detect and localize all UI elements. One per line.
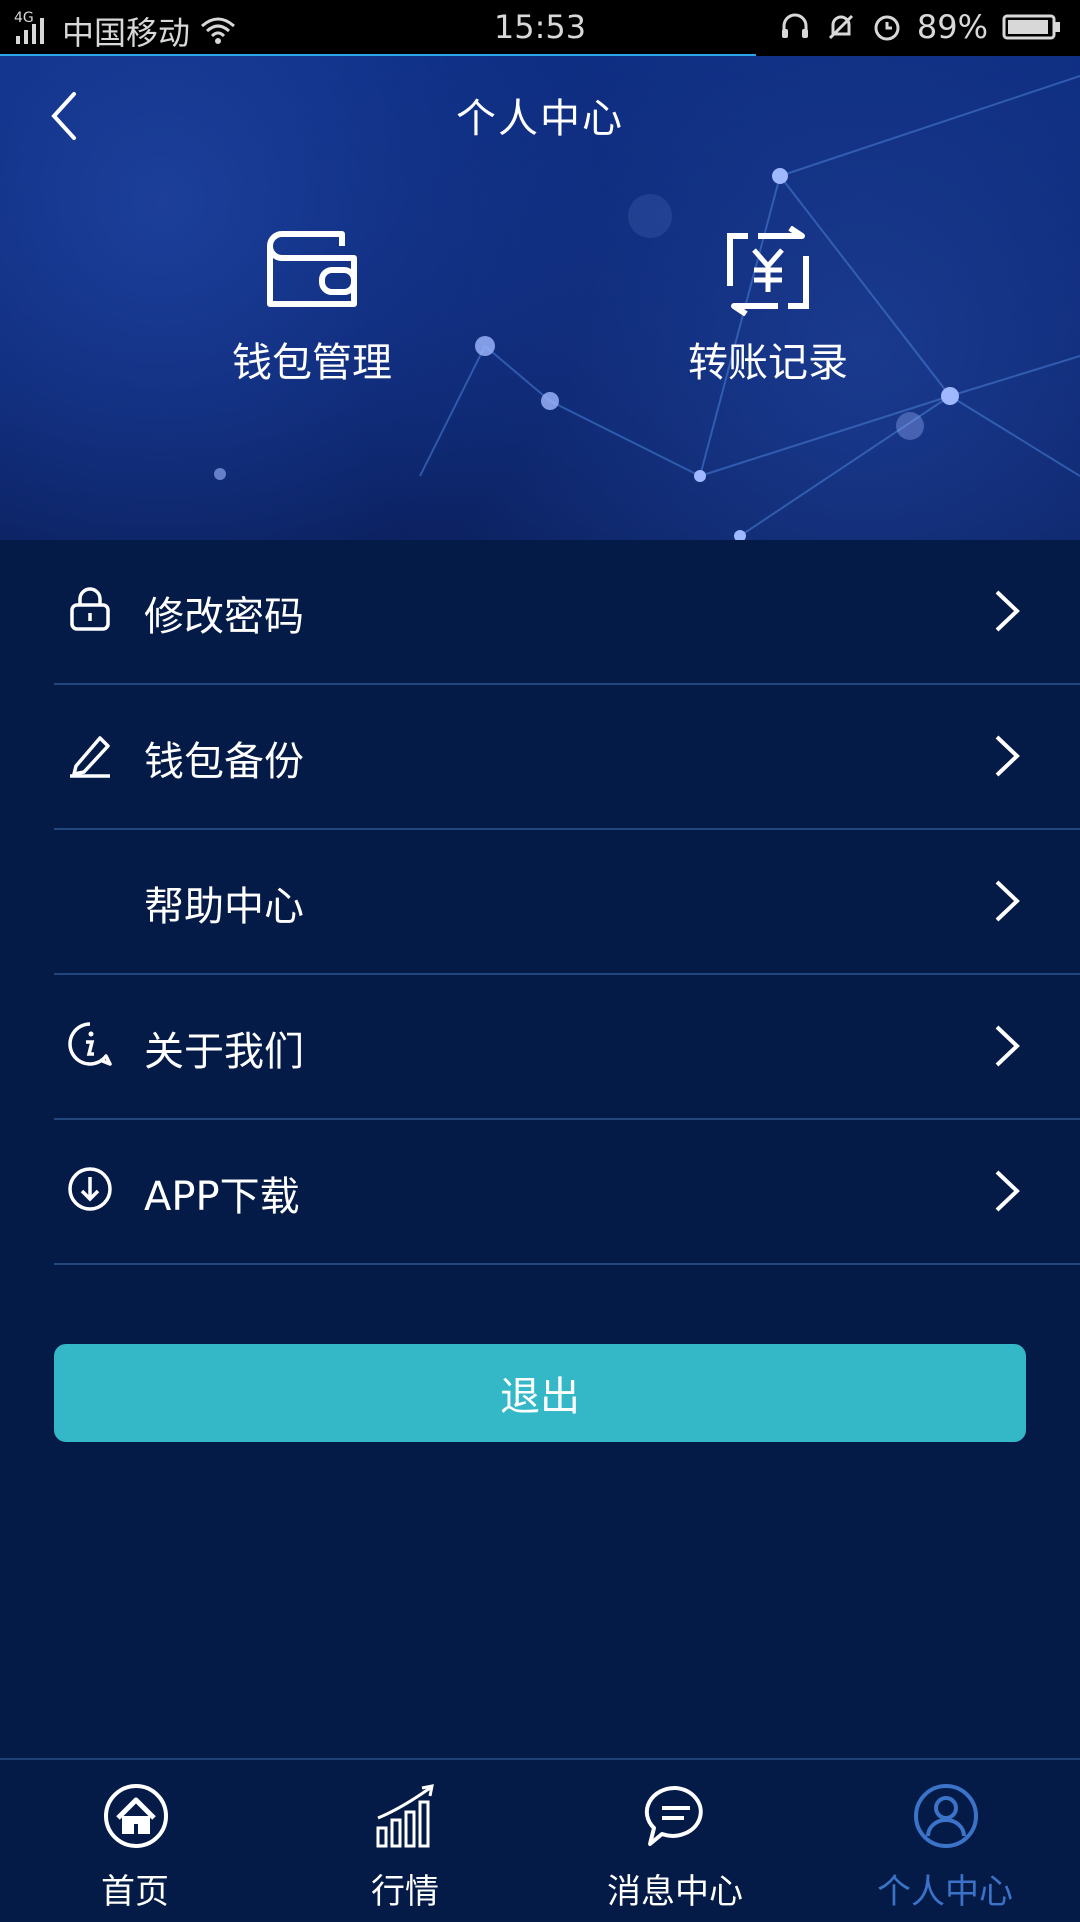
- tab-home[interactable]: 首页: [0, 1760, 270, 1922]
- menu-item-about-us[interactable]: 关于我们: [54, 975, 1080, 1120]
- message-icon: [644, 1785, 703, 1846]
- wallet-management-button[interactable]: 钱包管理: [182, 226, 442, 388]
- wallet-management-label: 钱包管理: [232, 340, 392, 386]
- page-title: 个人中心: [456, 96, 624, 142]
- tab-label: 消息中心: [607, 1872, 743, 1912]
- yuan-transfer-icon: [727, 226, 809, 316]
- tab-label: 个人中心: [877, 1872, 1013, 1912]
- menu-item-label: 关于我们: [144, 1029, 304, 1075]
- headset-icon: [781, 13, 808, 38]
- status-bar: 4G 中国移动 15:53 89%: [0, 0, 1080, 56]
- menu-item-help-center[interactable]: 帮助中心: [54, 830, 1080, 975]
- logout-button[interactable]: 退出: [54, 1344, 1026, 1442]
- menu-item-label: 修改密码: [144, 594, 304, 640]
- settings-menu: 修改密码 钱包备份 帮助中心 关于我们 APP下载: [54, 540, 1080, 1265]
- chevron-right-icon: [995, 590, 1020, 632]
- lock-icon: [70, 587, 110, 631]
- battery-icon: [1002, 14, 1060, 40]
- status-right: 89%: [779, 8, 1062, 46]
- profile-header: 个人中心 钱包管理 转账记录: [0, 56, 1080, 540]
- menu-item-label: 帮助中心: [144, 884, 304, 930]
- tab-profile[interactable]: 个人中心: [810, 1760, 1080, 1922]
- pencil-icon: [70, 736, 110, 778]
- chevron-right-icon: [995, 880, 1020, 922]
- info-icon: [68, 1022, 112, 1066]
- bell-muted-icon: [828, 14, 853, 40]
- download-icon: [68, 1167, 112, 1211]
- alarm-icon: [874, 15, 900, 41]
- tab-messages[interactable]: 消息中心: [540, 1760, 810, 1922]
- menu-item-app-download[interactable]: APP下载: [54, 1120, 1080, 1265]
- transfer-records-label: 转账记录: [688, 340, 848, 386]
- chevron-right-icon: [995, 1025, 1020, 1067]
- transfer-records-button[interactable]: 转账记录: [638, 226, 898, 388]
- bottom-navigation: 首页 行情 消息中心 个人中心: [0, 1758, 1080, 1922]
- battery-percent: 89%: [916, 8, 988, 46]
- chevron-right-icon: [995, 735, 1020, 777]
- menu-item-wallet-backup[interactable]: 钱包备份: [54, 685, 1080, 830]
- user-icon: [914, 1784, 978, 1848]
- home-icon: [104, 1784, 168, 1848]
- menu-item-change-password[interactable]: 修改密码: [54, 540, 1080, 685]
- wallet-icon: [267, 231, 357, 307]
- menu-item-label: APP下载: [144, 1174, 300, 1220]
- chart-icon: [376, 1784, 434, 1848]
- menu-item-label: 钱包备份: [144, 739, 304, 785]
- tab-market[interactable]: 行情: [270, 1760, 540, 1922]
- chevron-right-icon: [995, 1170, 1020, 1212]
- tab-label: 首页: [101, 1872, 169, 1912]
- tab-label: 行情: [371, 1872, 439, 1912]
